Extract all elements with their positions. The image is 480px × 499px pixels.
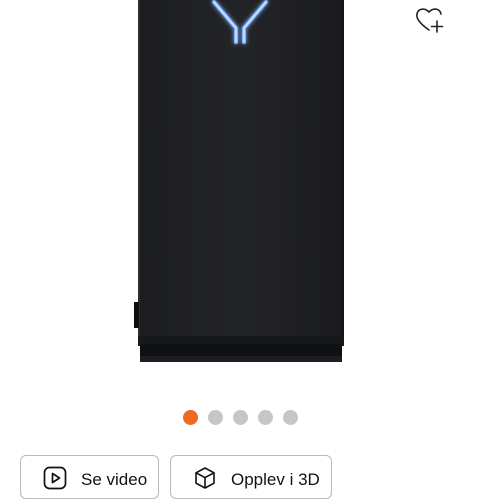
play-square-icon [43, 466, 67, 490]
view-in-3d-button[interactable]: Opplev i 3D [170, 455, 332, 499]
media-actions: Se video Opplev i 3D [20, 455, 332, 499]
heart-plus-icon [416, 8, 444, 33]
add-to-wishlist-button[interactable] [414, 4, 446, 36]
gallery-dot[interactable] [257, 410, 273, 425]
gallery-pagination [0, 410, 480, 425]
product-image-gallery[interactable] [0, 0, 480, 400]
product-image [134, 0, 344, 362]
view-in-3d-label: Opplev i 3D [231, 470, 320, 489]
gallery-dot[interactable] [207, 410, 223, 425]
gallery-dot[interactable] [182, 410, 198, 425]
cube-icon [195, 467, 215, 489]
gallery-dot[interactable] [282, 410, 298, 425]
gallery-dot[interactable] [232, 410, 248, 425]
watch-video-button[interactable]: Se video [20, 455, 159, 499]
watch-video-label: Se video [81, 470, 148, 489]
